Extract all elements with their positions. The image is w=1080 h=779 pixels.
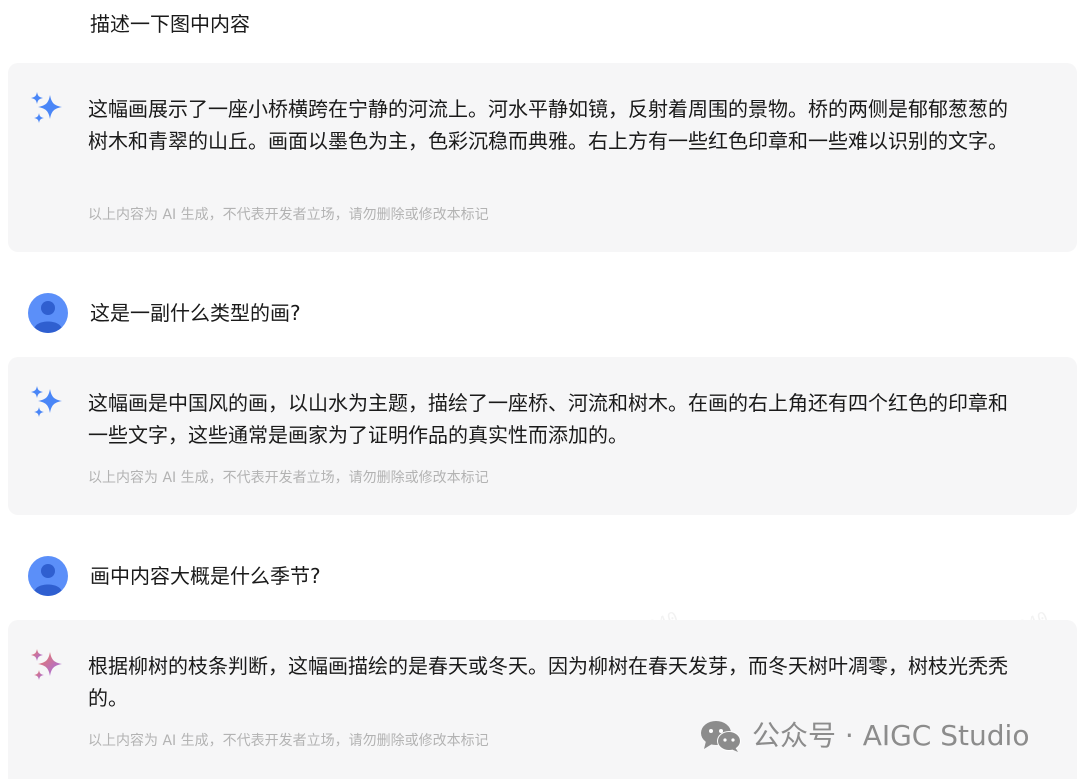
user-message: 这是一副什么类型的画? (0, 293, 1080, 333)
ai-response-text: 这幅画展示了一座小桥横跨在宁静的河流上。河水平静如镜，反射着周围的景物。桥的两侧… (88, 97, 1008, 153)
wechat-brand-watermark: 公众号 · AIGC Studio (700, 714, 1029, 758)
sparkle-icon (31, 649, 62, 680)
ai-disclaimer: 以上内容为 AI 生成，不代表开发者立场，请勿删除或修改本标记 (88, 733, 489, 749)
user-avatar-icon (28, 293, 68, 333)
ai-disclaimer: 以上内容为 AI 生成，不代表开发者立场，请勿删除或修改本标记 (88, 207, 489, 223)
user-message: 画中内容大概是什么季节? (0, 556, 1080, 596)
sparkle-icon (31, 386, 62, 417)
ai-response-text: 这幅画是中国风的画，以山水为主题，描绘了一座桥、河流和树木。在画的右上角还有四个… (88, 391, 1008, 447)
user-avatar-icon (28, 556, 68, 596)
user-message-text: 画中内容大概是什么季节? (90, 564, 321, 588)
user-message: 描述一下图中内容 (0, 4, 1080, 44)
user-message-text: 描述一下图中内容 (90, 12, 250, 36)
ai-disclaimer: 以上内容为 AI 生成，不代表开发者立场，请勿删除或修改本标记 (88, 470, 489, 486)
sparkle-icon (31, 92, 62, 123)
ai-response-text: 根据柳树的枝条判断，这幅画描绘的是春天或冬天。因为柳树在春天发芽，而冬天树叶凋零… (88, 654, 1008, 710)
brand-label: 公众号 · AIGC Studio (752, 719, 1030, 752)
user-message-text: 这是一副什么类型的画? (90, 301, 301, 325)
ai-response-card: 这幅画展示了一座小桥横跨在宁静的河流上。河水平静如镜，反射着周围的景物。桥的两侧… (8, 63, 1077, 252)
wechat-icon (701, 721, 741, 752)
ai-response-card: 这幅画是中国风的画，以山水为主题，描绘了一座桥、河流和树木。在画的右上角还有四个… (8, 357, 1077, 515)
